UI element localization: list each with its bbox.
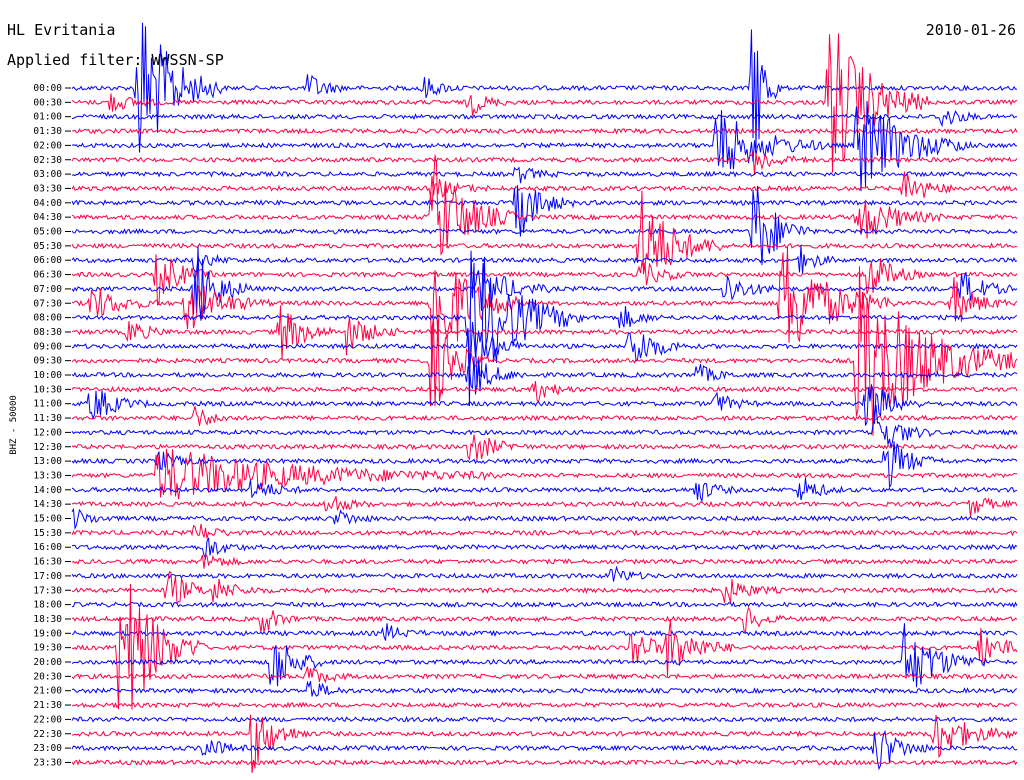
row-time-label: 14:00 <box>33 485 62 496</box>
row-time-label: 05:00 <box>33 227 62 238</box>
row-time-label: 09:30 <box>33 356 62 367</box>
trace-row-1700 <box>71 565 1018 582</box>
trace-row-2200 <box>71 715 1018 723</box>
trace-row-1430 <box>71 496 1018 518</box>
row-time-label: 00:30 <box>33 97 62 108</box>
row-time-label: 12:00 <box>33 427 62 438</box>
row-time-label: 07:30 <box>33 298 62 309</box>
trace-row-1230 <box>71 434 1018 461</box>
row-time-label: 11:00 <box>33 399 62 410</box>
row-time-label: 02:00 <box>33 140 62 151</box>
row-time-label: 19:30 <box>33 643 62 654</box>
trace-row-1530 <box>71 523 1018 539</box>
trace-row-1800 <box>71 601 1018 609</box>
row-time-label: 07:00 <box>33 284 62 295</box>
row-time-label: 17:00 <box>33 571 62 582</box>
station-name: HL Evritania <box>7 21 115 39</box>
time-tick-labels: 00:00 00:30 01:00 01:30 02:00 02:30 03:00 03:30… <box>33 83 71 768</box>
trace-row-2030 <box>71 666 1018 684</box>
trace-row-0000 <box>71 22 1018 153</box>
trace-row-0800 <box>71 250 1018 407</box>
row-time-label: 05:30 <box>33 241 62 252</box>
row-time-label: 01:00 <box>33 112 62 123</box>
row-time-label: 19:00 <box>33 628 62 639</box>
row-time-label: 04:00 <box>33 198 62 209</box>
row-time-label: 02:30 <box>33 155 62 166</box>
row-time-label: 09:00 <box>33 341 62 352</box>
filter-label: Applied filter: WWSSN-SP <box>7 51 224 69</box>
row-time-label: 08:00 <box>33 313 62 324</box>
row-time-label: 12:30 <box>33 442 62 453</box>
row-time-label: 20:30 <box>33 671 62 682</box>
trace-row-0130 <box>71 127 1018 135</box>
row-time-label: 20:00 <box>33 657 62 668</box>
trace-row-0300 <box>71 166 1018 184</box>
row-time-label: 22:00 <box>33 714 62 725</box>
row-time-label: 10:00 <box>33 370 62 381</box>
row-time-label: 14:30 <box>33 499 62 510</box>
trace-row-1200 <box>71 405 1018 449</box>
row-time-label: 15:30 <box>33 528 62 539</box>
row-time-label: 01:30 <box>33 126 62 137</box>
trace-row-1900 <box>71 623 1018 641</box>
plot-date: 2010-01-26 <box>926 21 1016 39</box>
trace-row-0900 <box>71 321 1018 372</box>
row-time-label: 23:30 <box>33 757 62 768</box>
trace-row-2330 <box>71 758 1018 766</box>
row-time-label: 08:30 <box>33 327 62 338</box>
row-time-label: 15:00 <box>33 514 62 525</box>
row-time-label: 03:30 <box>33 183 62 194</box>
row-time-label: 21:00 <box>33 686 62 697</box>
row-time-label: 13:30 <box>33 470 62 481</box>
row-time-label: 23:00 <box>33 743 62 754</box>
seismic-traces <box>71 22 1018 773</box>
trace-row-0600 <box>71 245 1018 275</box>
row-time-label: 13:00 <box>33 456 62 467</box>
row-time-label: 06:30 <box>33 270 62 281</box>
row-time-label: 21:30 <box>33 700 62 711</box>
row-time-label: 17:30 <box>33 585 62 596</box>
y-axis-label: BHZ - 50000 <box>9 395 19 455</box>
row-time-label: 22:30 <box>33 729 62 740</box>
row-time-label: 10:30 <box>33 384 62 395</box>
row-time-label: 18:00 <box>33 600 62 611</box>
row-time-label: 16:30 <box>33 557 62 568</box>
row-time-label: 03:00 <box>33 169 62 180</box>
row-time-label: 18:30 <box>33 614 62 625</box>
helicorder-chart: HL Evritania 2010-01-26 Applied filter: … <box>7 21 1018 773</box>
row-time-label: 16:00 <box>33 542 62 553</box>
trace-row-1600 <box>71 537 1018 561</box>
row-time-label: 04:30 <box>33 212 62 223</box>
trace-row-1330 <box>71 448 1018 500</box>
trace-row-1500 <box>71 507 1018 531</box>
trace-row-1630 <box>71 553 1018 569</box>
trace-row-1830 <box>71 606 1018 635</box>
row-time-label: 06:00 <box>33 255 62 266</box>
trace-row-2100 <box>71 680 1018 697</box>
row-time-label: 11:30 <box>33 413 62 424</box>
trace-row-2130 <box>71 701 1018 709</box>
row-time-label: 00:00 <box>33 83 62 94</box>
